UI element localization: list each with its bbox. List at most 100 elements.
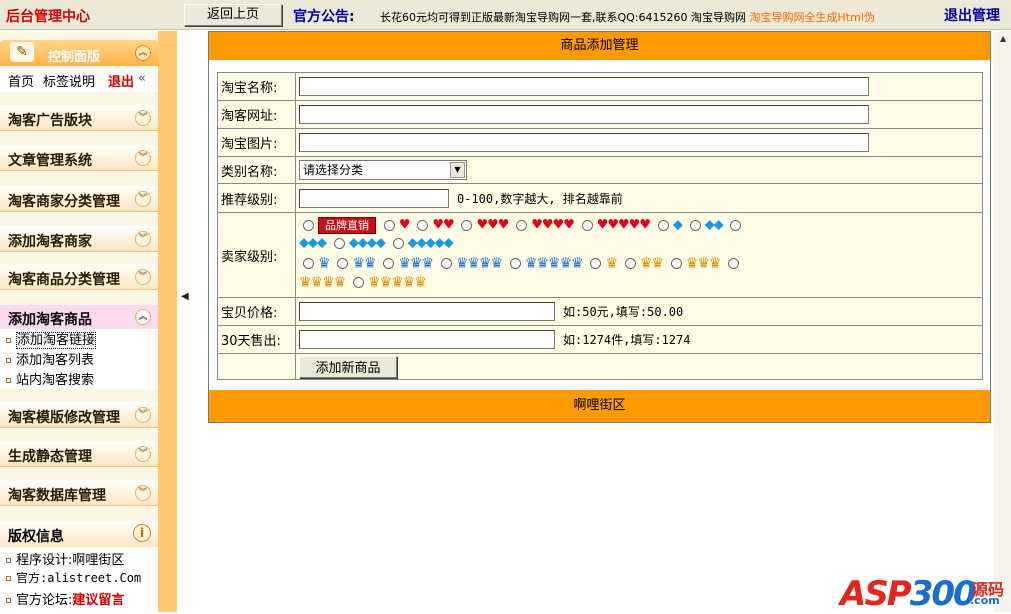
diamond-icon: ◆◆◆ (299, 235, 327, 251)
price-input[interactable] (299, 302, 555, 321)
level-radio[interactable] (657, 220, 669, 231)
sidebar-section-product-categories[interactable]: 淘客商品分类管理 ︾ (0, 264, 158, 290)
row-sales: 30天售出: 如:1274件,填写:1274 (218, 326, 982, 354)
level-radio[interactable] (670, 258, 682, 269)
level-radio[interactable] (353, 277, 365, 288)
level-radio[interactable] (303, 258, 314, 269)
quit-link[interactable]: 退出 (108, 71, 134, 90)
sidebar-section-static[interactable]: 生成静态管理 ︾ (0, 441, 158, 467)
chevron-down-icon[interactable]: ︾ (135, 407, 151, 423)
chevron-down-icon[interactable]: ︾ (135, 110, 151, 126)
copyright-site[interactable]: 官方:alistreet.Com (6, 569, 141, 586)
collapse-sidebar-icon[interactable]: ◀ (181, 291, 189, 302)
level-radio[interactable] (440, 258, 452, 269)
sidebar-section-templates[interactable]: 淘客模版修改管理 ︾ (0, 402, 158, 428)
image-input[interactable] (299, 133, 869, 152)
sidebar-item-add-link[interactable]: 添加淘客链接 (6, 329, 97, 349)
level-radio[interactable] (333, 238, 345, 249)
add-product-button[interactable]: 添加新商品 (299, 355, 397, 378)
level-radio[interactable] (590, 258, 602, 269)
section-label: 淘客广告版块 (8, 113, 92, 129)
url-label: 淘客网址: (218, 101, 296, 128)
sidebar-item-site-search[interactable]: 站内淘客搜索 (6, 369, 94, 388)
sales-input[interactable] (299, 330, 555, 349)
back-button[interactable]: 返回上页 (184, 4, 282, 26)
level-radio[interactable] (689, 220, 701, 231)
row-image: 淘宝图片: (218, 129, 982, 157)
scrollbar[interactable] (994, 31, 1011, 612)
level-radio[interactable] (383, 258, 395, 269)
sales-label: 30天售出: (218, 326, 296, 353)
level-radio[interactable] (303, 220, 314, 231)
heart-icon: ♥♥ (432, 217, 454, 233)
chevron-down-icon[interactable]: ︾ (135, 191, 151, 207)
blue-crown-icon: ♛♛ (352, 255, 376, 272)
gold-crown-icon: ♛♛♛♛ (299, 274, 346, 291)
sidebar-section-articles[interactable]: 文章管理系统 ︾ (0, 145, 158, 171)
category-select[interactable]: 请选择分类 ▼ (299, 160, 467, 180)
sidebar-section-merchant-categories[interactable]: 淘客商家分类管理 ︾ (0, 186, 158, 212)
row-seller-level: 卖家级别: 品牌直销 ♥ ♥♥ ♥♥♥ ♥♥♥♥ ♥♥♥♥♥ ◆ ◆◆ ◆◆◆ … (218, 213, 982, 298)
chevron-down-icon[interactable]: ︾ (135, 485, 151, 501)
sidebar-section-ads[interactable]: 淘客广告版块 ︾ (0, 105, 158, 131)
price-label: 宝贝价格: (218, 298, 296, 325)
scroll-up-icon[interactable]: ▲ (1000, 34, 1006, 43)
chevron-down-icon[interactable]: ︾ (135, 446, 151, 462)
gold-crown-icon: ♛♛♛ (685, 255, 722, 272)
panel-title: 商品添加管理 (209, 32, 990, 60)
diamond-icon: ◆◆◆◆ (348, 235, 386, 251)
tags-help-link[interactable]: 标签说明 (43, 71, 95, 90)
level-radio[interactable] (337, 258, 349, 269)
diamond-icon: ◆◆ (704, 217, 724, 233)
level-radio[interactable] (728, 258, 740, 269)
url-input[interactable] (299, 105, 869, 124)
sidebar-section-database[interactable]: 淘客数据库管理 ︾ (0, 480, 158, 506)
level-radio[interactable] (417, 220, 429, 231)
chevron-down-icon[interactable]: ︾ (135, 150, 151, 166)
bullet-icon (6, 358, 11, 363)
dropdown-arrow-icon[interactable]: ▼ (450, 162, 465, 178)
diamond-icon: ◆ (672, 217, 683, 233)
blue-crown-icon: ♛♛♛♛♛ (524, 255, 584, 272)
level-radio[interactable] (516, 220, 528, 231)
product-add-panel: 商品添加管理 淘宝名称: 淘客网址: 淘宝图片: 类别名称: 请选择分类 ▼ 推… (208, 31, 991, 423)
sidebar-section-add-merchant[interactable]: 添加淘客商家 ︾ (0, 226, 158, 252)
chevron-up-icon[interactable]: ︽ (135, 45, 151, 61)
control-panel-title: 控制面版 (48, 50, 101, 65)
row-name: 淘宝名称: (218, 73, 982, 101)
app-title: 后台管理中心 (6, 9, 90, 25)
level-radio[interactable] (581, 220, 593, 231)
add-product-submenu: 添加淘客链接 添加淘客列表 站内淘客搜索 (0, 329, 158, 389)
bullet-icon (6, 338, 11, 343)
level-radio[interactable] (383, 220, 395, 231)
category-label: 类别名称: (218, 157, 296, 183)
level-radio[interactable] (392, 238, 404, 249)
blue-crown-icon: ♛ (318, 255, 331, 272)
sidebar-item-add-list[interactable]: 添加淘客列表 (6, 349, 94, 368)
home-link[interactable]: 首页 (8, 71, 34, 90)
chevron-down-icon[interactable]: ︾ (135, 269, 151, 285)
sidebar-section-add-product[interactable]: 添加淘客商品 ︽ (0, 305, 158, 329)
price-hint: 如:50元,填写:50.00 (563, 305, 684, 319)
chevron-down-icon[interactable]: ︾ (135, 231, 151, 247)
collapse-icon[interactable]: « (138, 71, 146, 86)
notice-highlight-link[interactable]: 淘宝导购网全生成Html伪 (750, 11, 875, 24)
level-radio[interactable] (461, 220, 473, 231)
level-radio[interactable] (624, 258, 636, 269)
product-form: 淘宝名称: 淘客网址: 淘宝图片: 类别名称: 请选择分类 ▼ 推荐级别: 0-… (217, 72, 983, 380)
heart-icon: ♥♥♥ (476, 217, 509, 233)
control-panel-icon: ✎ (10, 42, 34, 62)
gold-crown-icon: ♛♛♛♛♛ (368, 274, 427, 291)
chevron-up-icon[interactable]: ︽ (135, 309, 151, 325)
copyright-forum[interactable]: 官方论坛:建议留言 (6, 589, 124, 608)
seller-levels-line-1: 品牌直销 ♥ ♥♥ ♥♥♥ ♥♥♥♥ ♥♥♥♥♥ ◆ ◆◆ (299, 216, 745, 235)
section-label: 淘客数据库管理 (8, 488, 106, 504)
logout-link[interactable]: 退出管理 (944, 5, 1000, 25)
control-panel-header[interactable]: ✎ 控制面版 ︽ (0, 40, 158, 66)
level-radio[interactable] (509, 258, 521, 269)
row-price: 宝贝价格: 如:50元,填写:50.00 (218, 298, 982, 326)
forum-link[interactable]: 建议留言 (72, 593, 124, 608)
level-radio[interactable] (730, 220, 742, 231)
name-input[interactable] (299, 77, 869, 96)
rank-input[interactable] (299, 188, 449, 208)
